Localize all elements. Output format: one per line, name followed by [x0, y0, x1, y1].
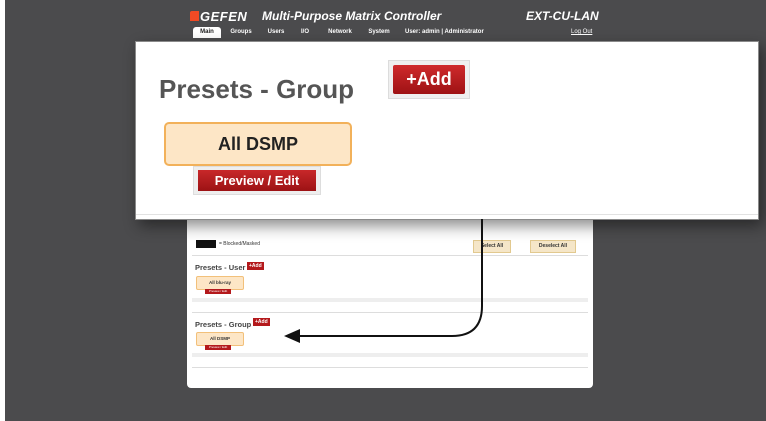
pointer-arrow-icon: [284, 219, 483, 343]
